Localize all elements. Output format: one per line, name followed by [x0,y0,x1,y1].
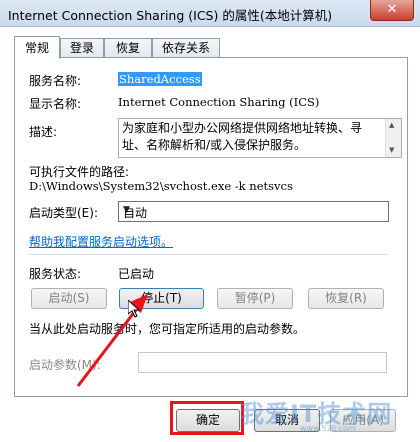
mouse-pointer-icon [128,300,140,318]
properties-dialog: Internet Connection Sharing (ICS) 的属性(本地… [0,0,420,442]
tab-general[interactable]: 常规 [14,36,60,59]
annotation-arrow [76,294,148,387]
watermark-url: www.52ij.com [300,424,356,433]
